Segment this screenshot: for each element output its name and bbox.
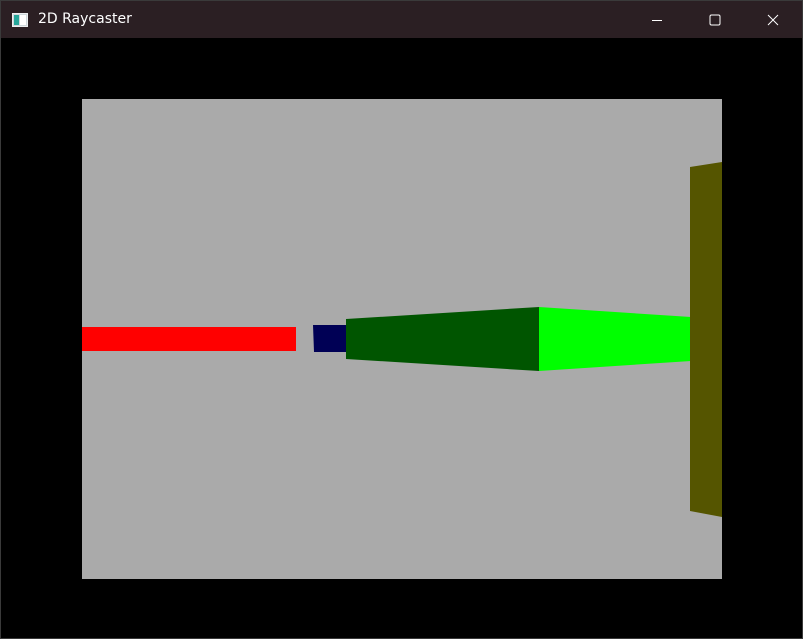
app-window: 2D Raycaster <box>0 0 803 639</box>
raycast-viewport[interactable] <box>82 99 722 579</box>
close-icon <box>767 14 779 26</box>
wall-red <box>82 327 296 351</box>
close-button[interactable] <box>744 1 802 38</box>
client-area <box>1 38 802 638</box>
raycast-scene <box>82 99 722 579</box>
wall-bright-green <box>539 307 691 371</box>
maximize-icon <box>709 14 721 26</box>
window-app-icon <box>12 12 28 27</box>
window-title: 2D Raycaster <box>38 11 132 27</box>
maximize-button[interactable] <box>686 1 744 38</box>
wall-navy <box>313 325 346 352</box>
wall-olive <box>690 162 722 517</box>
minimize-button[interactable] <box>628 1 686 38</box>
minimize-icon <box>651 14 663 26</box>
title-bar[interactable]: 2D Raycaster <box>1 1 802 38</box>
